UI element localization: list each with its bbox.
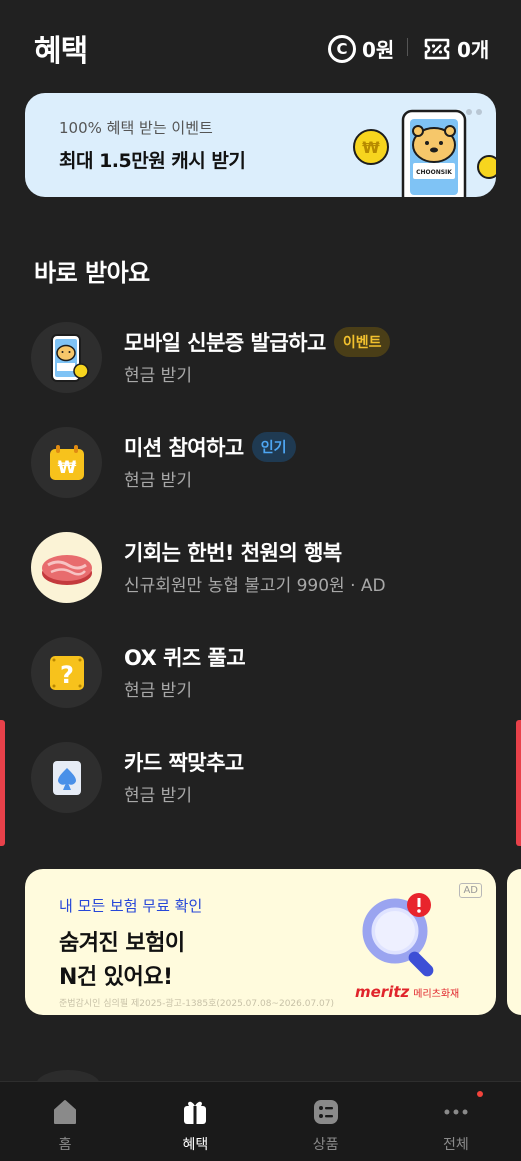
nav-label-benefits: 혜택 (182, 1137, 209, 1153)
item-subtitle: 신규회원만 농협 불고기 990원 · AD (124, 576, 386, 596)
edge-indicator-left (0, 720, 5, 846)
item-title: 모바일 신분증 발급하고 (124, 331, 326, 355)
list-item-mission[interactable]: ₩ 미션 참여하고 인기 현금 받기 (0, 422, 521, 512)
event-banner-subtitle: 100% 혜택 받는 이벤트 (59, 119, 213, 137)
event-banner[interactable]: 100% 혜택 받는 이벤트 최대 1.5만원 캐시 받기 ₩ CHOONSIK (25, 93, 496, 197)
list-item-card-match[interactable]: 카드 짝맞추고 현금 받기 (0, 737, 521, 827)
edge-indicator-right (516, 720, 521, 846)
nav-all[interactable]: 전체 (391, 1082, 521, 1161)
mobile-id-icon (31, 322, 102, 393)
notification-dot (476, 1091, 483, 1097)
section-title: 바로 받아요 (34, 259, 150, 287)
benefits-page: 혜택 C 0원 0개 100% 혜택 받는 이벤트 최대 1.5만원 캐시 받기… (0, 0, 521, 1161)
brand-name-korean: 메리츠화재 (413, 989, 460, 1000)
coupons-button[interactable]: 0개 (423, 34, 489, 63)
more-icon (442, 1098, 470, 1126)
nav-label-all: 전체 (442, 1137, 469, 1153)
magnifier-alert-icon (362, 893, 434, 977)
ad-fine-print: 준법감시인 심의필 제2025-광고-1385호(2025.07.08~2026… (59, 999, 335, 1009)
ad-subtitle: 내 모든 보험 무료 확인 (59, 897, 203, 915)
svg-text:₩: ₩ (57, 458, 76, 478)
list-item-mobile-id[interactable]: 모바일 신분증 발급하고 이벤트 현금 받기 (0, 317, 521, 407)
item-title: 미션 참여하고 (124, 436, 244, 460)
product-icon (312, 1098, 340, 1126)
nav-label-products: 상품 (312, 1137, 339, 1153)
coupon-icon (424, 38, 450, 59)
choonsik-label: CHOONSIK (416, 169, 452, 176)
ad-banner[interactable]: 내 모든 보험 무료 확인 숨겨진 보험이 N건 있어요! 준법감시인 심의필 … (25, 869, 496, 1015)
item-title: 카드 짝맞추고 (124, 751, 244, 775)
event-badge: 이벤트 (333, 327, 391, 357)
nav-products[interactable]: 상품 (261, 1082, 391, 1161)
list-item-ad-bulgogi[interactable]: 기회는 한번! 천원의 행복 신규회원만 농협 불고기 990원 · AD (0, 527, 521, 617)
header-divider (407, 38, 408, 56)
ad-title-line1: 숨겨진 보험이 (59, 931, 185, 956)
popular-badge: 인기 (251, 432, 296, 462)
nav-benefits[interactable]: 혜택 (130, 1082, 260, 1161)
meat-icon (31, 532, 102, 603)
item-subtitle: 현금 받기 (124, 681, 192, 701)
spade-card-icon (31, 742, 102, 813)
event-banner-title: 최대 1.5만원 캐시 받기 (59, 150, 246, 172)
points-button[interactable]: C 0원 (328, 34, 394, 63)
next-ad-peek[interactable] (507, 869, 521, 1015)
nav-home[interactable]: 홈 (0, 1082, 130, 1161)
question-box-icon: ? (31, 637, 102, 708)
ad-title-line2: N건 있어요! (59, 965, 173, 990)
item-title: OX 퀴즈 풀고 (124, 646, 246, 670)
item-subtitle: 현금 받기 (124, 786, 192, 806)
item-title: 기회는 한번! 천원의 행복 (124, 541, 342, 565)
svg-text:₩: ₩ (362, 138, 380, 157)
item-subtitle: 현금 받기 (124, 366, 192, 386)
points-value: 0원 (362, 38, 395, 62)
header: 혜택 C 0원 0개 (0, 0, 521, 92)
coupons-value: 0개 (457, 38, 490, 62)
nav-label-home: 홈 (58, 1137, 72, 1153)
calendar-won-icon: ₩ (31, 427, 102, 498)
bottom-nav: 홈 혜택 상품 전체 (0, 1081, 521, 1161)
gift-icon (181, 1098, 209, 1126)
item-subtitle: 현금 받기 (124, 471, 192, 491)
brand-name: meritz (355, 983, 410, 1001)
page-title: 혜택 (34, 34, 88, 69)
svg-text:?: ? (60, 661, 74, 689)
coin-icon: C (328, 34, 356, 63)
list-item-ox-quiz[interactable]: ? OX 퀴즈 풀고 현금 받기 (0, 632, 521, 722)
ad-label: AD (459, 883, 482, 898)
home-icon (51, 1098, 79, 1126)
choonsik-phone-illustration: ₩ CHOONSIK (353, 109, 496, 197)
advertiser-logo: meritz 메리츠화재 (355, 983, 459, 1001)
